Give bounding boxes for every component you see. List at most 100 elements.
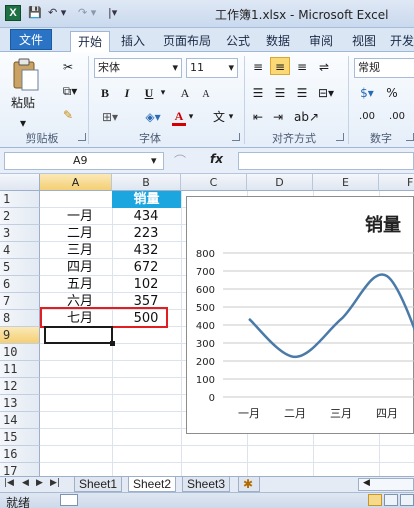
column-header-d[interactable]: D: [247, 174, 313, 191]
cell-a6[interactable]: 五月: [58, 276, 102, 293]
tab-file[interactable]: 文件: [10, 29, 52, 50]
cut-icon[interactable]: ✂: [58, 58, 78, 76]
font-launcher-icon[interactable]: [232, 133, 240, 141]
column-header-e[interactable]: E: [313, 174, 379, 191]
row-header-16[interactable]: 16: [0, 446, 40, 463]
row-header-14[interactable]: 14: [0, 412, 40, 429]
line-chart[interactable]: 销量 800 700 600 500 400 300 200 100 0 一月 二月 三月 四月: [186, 196, 414, 434]
macro-record-icon[interactable]: [60, 494, 78, 506]
customize-quick-access-button[interactable]: |▾: [108, 6, 117, 20]
underline-dropdown-icon[interactable]: ▾: [158, 84, 168, 102]
sheet-tab-1[interactable]: Sheet1: [74, 477, 123, 492]
row-header-4[interactable]: 4: [0, 242, 40, 259]
cell-a3[interactable]: 二月: [58, 225, 102, 242]
next-sheet-icon[interactable]: ▶: [36, 478, 43, 488]
cell-b4[interactable]: 432: [128, 242, 164, 259]
fill-handle[interactable]: [110, 341, 115, 346]
row-header-2[interactable]: 2: [0, 208, 40, 225]
fill-color-icon[interactable]: ◈▾: [140, 108, 166, 126]
column-header-b[interactable]: B: [112, 174, 181, 191]
excel-logo-icon[interactable]: X: [5, 5, 21, 21]
align-right-icon[interactable]: ☰: [294, 84, 310, 102]
orientation-icon[interactable]: ab↗: [294, 108, 319, 126]
row-header-12[interactable]: 12: [0, 378, 40, 395]
insert-function-button[interactable]: fx: [210, 152, 223, 166]
format-painter-icon[interactable]: ✎: [58, 106, 78, 124]
select-all-corner[interactable]: [0, 174, 40, 191]
copy-icon[interactable]: ⧉▾: [58, 82, 82, 100]
row-header-17[interactable]: 17: [0, 463, 40, 476]
row-header-9[interactable]: 9: [0, 327, 40, 344]
align-bottom-icon[interactable]: ≡: [294, 58, 310, 76]
save-icon[interactable]: 💾: [28, 6, 42, 20]
prev-sheet-icon[interactable]: ◀: [22, 478, 29, 488]
align-top-icon[interactable]: ≡: [250, 58, 266, 76]
number-format-select[interactable]: 常规: [354, 58, 414, 78]
shrink-font-button[interactable]: A: [200, 86, 212, 104]
scroll-left-icon[interactable]: ◀: [363, 478, 370, 488]
horizontal-scrollbar[interactable]: ◀: [358, 478, 414, 491]
font-size-select[interactable]: 11 ▾: [186, 58, 238, 78]
row-header-10[interactable]: 10: [0, 344, 40, 361]
sheet-tab-2[interactable]: Sheet2: [128, 477, 177, 492]
row-header-3[interactable]: 3: [0, 225, 40, 242]
currency-icon[interactable]: $▾: [354, 84, 380, 102]
column-header-f[interactable]: F: [379, 174, 414, 191]
increase-indent-icon[interactable]: ⇥: [270, 108, 286, 126]
row-header-13[interactable]: 13: [0, 395, 40, 412]
increase-decimal-button[interactable]: .00: [354, 108, 380, 126]
row-header-7[interactable]: 7: [0, 293, 40, 310]
italic-button[interactable]: I: [120, 84, 134, 102]
name-box[interactable]: A9 ▾: [4, 152, 164, 170]
row-header-8[interactable]: 8: [0, 310, 40, 327]
font-color-dropdown-icon[interactable]: ▾: [186, 108, 196, 126]
column-header-c[interactable]: C: [181, 174, 247, 191]
normal-view-icon[interactable]: [368, 494, 382, 506]
cell-b5[interactable]: 672: [128, 259, 164, 276]
first-sheet-icon[interactable]: |◀: [4, 478, 14, 488]
row-header-5[interactable]: 5: [0, 259, 40, 276]
page-break-view-icon[interactable]: [400, 494, 414, 506]
decrease-indent-icon[interactable]: ⇤: [250, 108, 266, 126]
sheet-tab-3[interactable]: Sheet3: [182, 477, 231, 492]
clipboard-launcher-icon[interactable]: [78, 133, 86, 141]
row-header-1[interactable]: 1: [0, 191, 40, 208]
insert-sheet-icon[interactable]: ✱: [238, 477, 260, 492]
align-left-icon[interactable]: ☰: [250, 84, 266, 102]
tab-insert[interactable]: 插入: [115, 31, 151, 51]
row-header-11[interactable]: 11: [0, 361, 40, 378]
column-header-a[interactable]: A: [40, 174, 112, 191]
underline-button[interactable]: U: [142, 84, 156, 102]
phonetic-dropdown-icon[interactable]: ▾: [226, 108, 236, 126]
tab-review[interactable]: 审阅: [305, 31, 337, 51]
formula-input[interactable]: [238, 152, 414, 170]
tab-formulas[interactable]: 公式: [222, 31, 254, 51]
merge-center-icon[interactable]: ⊟▾: [314, 84, 338, 102]
cell-a5[interactable]: 四月: [58, 259, 102, 276]
cell-a2[interactable]: 一月: [58, 208, 102, 225]
cell-b1[interactable]: 销量: [112, 191, 181, 208]
chevron-down-icon[interactable]: ▾: [151, 153, 157, 169]
last-sheet-icon[interactable]: ▶|: [50, 478, 60, 488]
cell-b6[interactable]: 102: [128, 276, 164, 293]
paste-button[interactable]: 粘贴: [6, 94, 40, 112]
bold-button[interactable]: B: [98, 84, 112, 102]
alignment-launcher-icon[interactable]: [336, 133, 344, 141]
tab-data[interactable]: 数据: [262, 31, 294, 51]
tab-developer[interactable]: 开发: [390, 31, 414, 51]
redo-button[interactable]: ↷ ▾: [78, 6, 96, 20]
font-name-select[interactable]: 宋体 ▾: [94, 58, 182, 78]
align-center-icon[interactable]: ☰: [272, 84, 288, 102]
border-icon[interactable]: ⊞▾: [98, 108, 122, 126]
page-layout-view-icon[interactable]: [384, 494, 398, 506]
grow-font-button[interactable]: A: [178, 84, 192, 102]
number-launcher-icon[interactable]: [406, 133, 414, 141]
undo-button[interactable]: ↶ ▾: [48, 6, 66, 20]
cell-b2[interactable]: 434: [128, 208, 164, 225]
font-color-button[interactable]: A: [172, 108, 186, 126]
percent-button[interactable]: %: [384, 84, 400, 102]
tab-view[interactable]: 视图: [348, 31, 380, 51]
cell-a4[interactable]: 三月: [58, 242, 102, 259]
phonetic-button[interactable]: 文: [212, 108, 226, 126]
paste-icon[interactable]: [8, 58, 42, 94]
